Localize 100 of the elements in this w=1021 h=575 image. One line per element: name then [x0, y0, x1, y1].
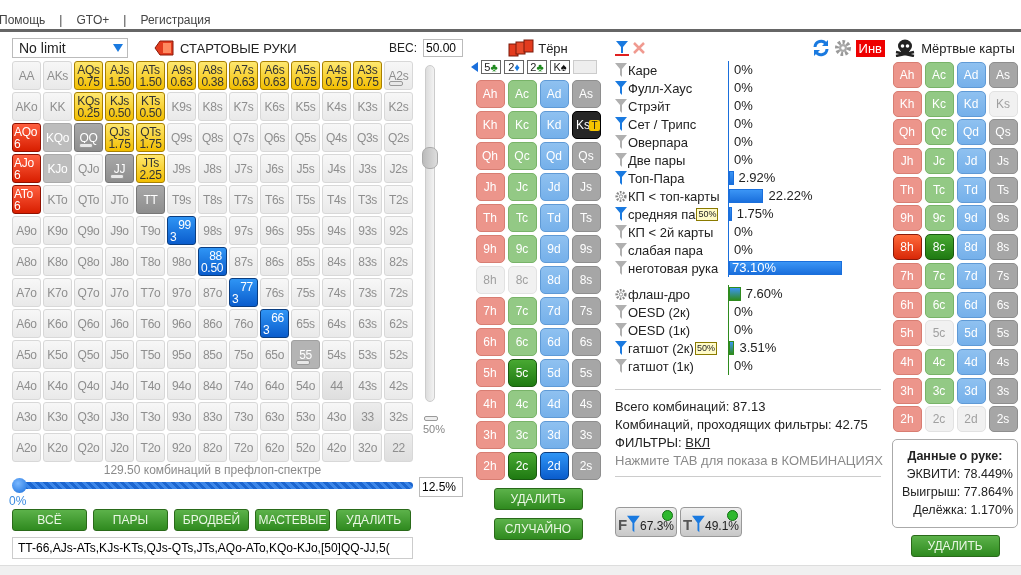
card-button[interactable]: 4h — [892, 348, 922, 375]
hand-cell[interactable]: 97s — [229, 216, 258, 245]
hand-cell[interactable]: 72s — [384, 278, 413, 307]
card-button[interactable]: 9c — [924, 205, 954, 232]
hand-cell[interactable]: 76o — [229, 309, 258, 338]
card-button[interactable]: Ah — [892, 62, 922, 88]
hand-cell[interactable]: 88 0.50 — [198, 247, 227, 276]
hand-cell[interactable]: Q7o — [74, 278, 103, 307]
card-button[interactable]: Jd — [956, 148, 986, 175]
hand-cell[interactable]: K6o — [43, 309, 72, 338]
card-button[interactable]: Jh — [475, 173, 505, 201]
filter-icon[interactable] — [615, 243, 627, 257]
hand-cell[interactable]: A5o — [12, 340, 41, 369]
hand-cell[interactable]: Q8s — [198, 123, 227, 152]
hand-cell[interactable]: A5s 0.75 — [291, 61, 320, 90]
hand-cell[interactable]: A7o — [12, 278, 41, 307]
card-button[interactable]: Jd — [539, 173, 569, 201]
hand-cell[interactable]: J3o — [105, 402, 134, 431]
hand-cell[interactable]: A8s 0.38 — [198, 61, 227, 90]
hand-cell[interactable]: J4o — [105, 371, 134, 400]
filter-icon[interactable] — [615, 117, 627, 131]
card-button[interactable]: 5h — [475, 359, 505, 387]
card-button[interactable]: Jh — [892, 148, 922, 175]
card-button[interactable]: 7h — [475, 297, 505, 325]
range-slider[interactable] — [12, 478, 413, 493]
card-button[interactable]: As — [988, 62, 1018, 88]
card-button[interactable]: Kd — [956, 90, 986, 117]
card-button[interactable]: Js — [571, 173, 601, 201]
card-button[interactable]: Th — [475, 204, 505, 232]
hand-cell[interactable]: J5s — [291, 154, 320, 183]
hand-cell[interactable]: 53o — [291, 402, 320, 431]
hand-cell[interactable]: 72o — [229, 433, 258, 462]
hand-cell[interactable]: K8s — [198, 92, 227, 121]
settings-icon[interactable] — [615, 287, 627, 301]
hand-cell[interactable]: A3o — [12, 402, 41, 431]
hand-cell[interactable]: 77 3 — [229, 278, 258, 307]
hand-cell[interactable]: 43s — [353, 371, 382, 400]
hand-cell[interactable]: T5o — [136, 340, 165, 369]
hand-cell[interactable]: JTs 2.25 — [136, 154, 165, 183]
hand-cell[interactable]: KJs 0.50 — [105, 92, 134, 121]
filter-icon[interactable] — [615, 261, 627, 275]
hand-cell[interactable]: J9o — [105, 216, 134, 245]
card-button[interactable]: 7s — [571, 297, 601, 325]
hand-cell[interactable]: AJo 6 — [12, 154, 41, 183]
hand-cell[interactable]: T8o — [136, 247, 165, 276]
hand-cell[interactable]: KTs 0.50 — [136, 92, 165, 121]
hand-cell[interactable]: K8o — [43, 247, 72, 276]
card-button[interactable]: 4s — [988, 348, 1018, 375]
hand-cell[interactable]: 22 — [384, 433, 413, 462]
board-card[interactable]: 2♦ — [504, 60, 524, 74]
hand-cell[interactable]: A9s 0.63 — [167, 61, 196, 90]
card-button[interactable]: Qc — [507, 142, 537, 170]
hand-cell[interactable]: J2o — [105, 433, 134, 462]
card-button[interactable]: Kd — [539, 111, 569, 139]
hand-cell[interactable]: 83o — [198, 402, 227, 431]
filter-toggle-button[interactable]: F 67.3% — [615, 507, 677, 537]
hand-cell[interactable]: 82s — [384, 247, 413, 276]
card-button[interactable]: 3c — [924, 377, 954, 404]
hand-cell[interactable]: T3s — [353, 185, 382, 214]
card-button[interactable]: Ts — [988, 176, 1018, 203]
filter-icon[interactable] — [615, 341, 627, 355]
hand-cell[interactable]: 42o — [322, 433, 351, 462]
filter-icon[interactable] — [615, 359, 627, 373]
filter-icon[interactable] — [615, 40, 629, 56]
card-button[interactable]: Jc — [924, 148, 954, 175]
hand-cell[interactable]: 62o — [260, 433, 289, 462]
filter-icon[interactable] — [615, 135, 627, 149]
card-button[interactable]: 8h — [892, 234, 922, 261]
hand-cell[interactable]: Q9o — [74, 216, 103, 245]
hand-cell[interactable]: Q3s — [353, 123, 382, 152]
card-button[interactable]: 8d — [956, 234, 986, 261]
hand-cell[interactable]: 94o — [167, 371, 196, 400]
empty-card-slot[interactable] — [573, 60, 597, 74]
hand-cell[interactable]: T9s — [167, 185, 196, 214]
hand-cell[interactable]: KQs 0.25 — [74, 92, 103, 121]
card-button[interactable]: 2s — [571, 452, 601, 480]
filter-toggle-button[interactable]: T 49.1% — [680, 507, 742, 537]
hand-cell[interactable]: A4s 0.75 — [322, 61, 351, 90]
board-button[interactable]: УДАЛИТЬ — [493, 488, 583, 510]
hand-cell[interactable]: Q6o — [74, 309, 103, 338]
hand-cell[interactable]: A4o — [12, 371, 41, 400]
range-button[interactable]: УДАЛИТЬ — [336, 509, 411, 531]
hand-cell[interactable]: 73o — [229, 402, 258, 431]
hand-cell[interactable]: 85o — [198, 340, 227, 369]
hand-cell[interactable]: 63o — [260, 402, 289, 431]
hand-cell[interactable]: 82o — [198, 433, 227, 462]
hand-cell[interactable]: T4s — [322, 185, 351, 214]
hand-cell[interactable]: QTo — [74, 185, 103, 214]
card-button[interactable]: 8s — [988, 234, 1018, 261]
hand-cell[interactable]: A6s 0.63 — [260, 61, 289, 90]
hand-cell[interactable]: 74o — [229, 371, 258, 400]
hand-cell[interactable]: T7s — [229, 185, 258, 214]
filter-icon[interactable] — [615, 81, 627, 95]
card-button[interactable]: Qd — [539, 142, 569, 170]
filter-icon[interactable] — [615, 99, 627, 113]
filter-icon[interactable] — [615, 225, 627, 239]
card-button[interactable]: 5s — [988, 320, 1018, 347]
hand-cell[interactable]: Q6s — [260, 123, 289, 152]
card-button[interactable]: 2h — [892, 406, 922, 433]
hand-cell[interactable]: K4s — [322, 92, 351, 121]
